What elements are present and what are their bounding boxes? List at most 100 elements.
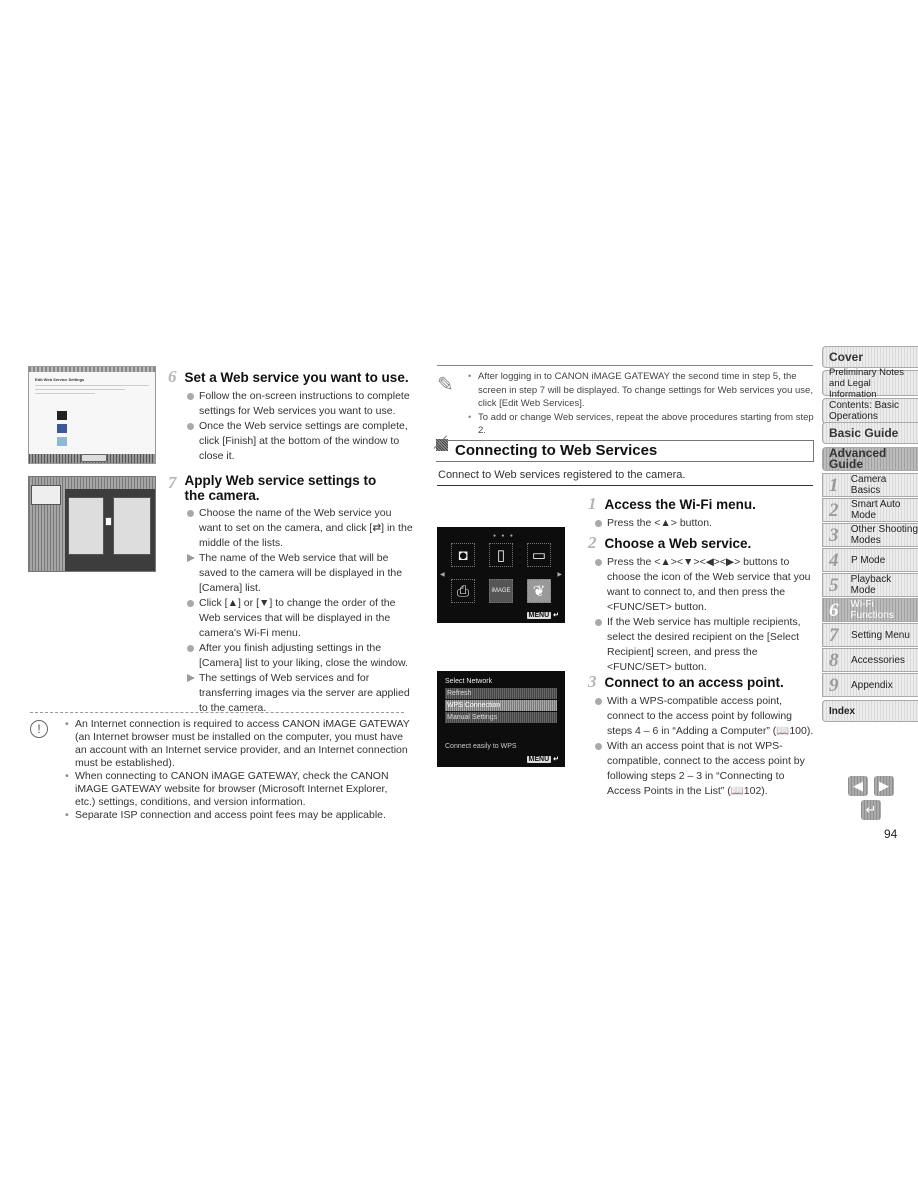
step-title: Connect to an access point.: [604, 675, 784, 690]
menu-back: MENU ↵: [526, 755, 559, 763]
note-item: After logging in to CANON iMAGE GATEWAY …: [467, 370, 817, 411]
sidebar-label: Accessories: [851, 654, 905, 666]
facebook-icon: [57, 424, 67, 433]
sidebar-item-accessories[interactable]: 8 Accessories: [822, 648, 918, 672]
finish-button: [81, 454, 107, 462]
transfer-button: [105, 517, 112, 526]
chapter-number: 8: [829, 649, 839, 671]
instruction: Click [▲] or [▼] to change the order of …: [186, 596, 413, 641]
instruction: Press the <▲><▼><◀><▶> buttons to choose…: [594, 555, 816, 615]
sidebar-label: Cover: [829, 349, 864, 364]
previous-page-button[interactable]: ◀: [848, 776, 868, 796]
option-refresh: Refresh: [445, 688, 557, 699]
menu-label: MENU: [526, 612, 552, 619]
chapter-number: 3: [829, 524, 839, 546]
instruction: With an access point that is not WPS-com…: [594, 739, 816, 799]
caution-icon: !: [30, 720, 48, 738]
option-manual-settings: Manual Settings: [445, 712, 557, 723]
chapter-number: 6: [829, 599, 839, 621]
sidebar-label: Setting Menu: [851, 629, 910, 641]
caution-item: When connecting to CANON iMAGE GATEWAY, …: [64, 770, 410, 809]
step-title-cont: the camera.: [184, 488, 260, 503]
caution-box: ! An Internet connection is required to …: [30, 718, 410, 822]
twitter-icon: [57, 437, 67, 446]
screen-heading: Select Network: [445, 678, 493, 685]
sidebar-item-advanced-guide[interactable]: Advanced Guide: [822, 447, 918, 471]
step-number: 1: [588, 494, 597, 513]
step-number: 3: [588, 672, 597, 691]
computer-icon: ▭: [527, 543, 551, 567]
screenshot-title: Edit Web Service Settings: [35, 377, 85, 382]
sidebar-item-cover[interactable]: Cover: [822, 346, 918, 368]
left-arrow-icon: ◀: [440, 572, 445, 578]
step-title: Access the Wi-Fi menu.: [604, 497, 756, 512]
step-number: 2: [588, 533, 597, 552]
sidebar-label: Playback Mode: [850, 574, 892, 596]
chevron-right-icon: ▶: [879, 778, 889, 793]
sidebar-item-contents[interactable]: Contents: Basic Operations: [822, 398, 918, 424]
return-icon: ↵: [865, 802, 877, 817]
menu-back: MENU ↵: [526, 611, 559, 619]
next-page-button[interactable]: ▶: [874, 776, 894, 796]
step-title: Apply Web service settings to: [184, 473, 377, 488]
sidebar-label: Appendix: [851, 679, 893, 691]
back-icon: ↵: [553, 756, 559, 763]
sidebar-label: Contents: Basic Operations: [829, 400, 900, 422]
twitter-icon: ❦: [527, 579, 551, 603]
chapter-number: 2: [829, 499, 839, 521]
sidebar-item-p-mode[interactable]: 4 P Mode: [822, 548, 918, 572]
step-title: Set a Web service you want to use.: [184, 370, 409, 385]
sidebar-item-wifi-functions[interactable]: 6 Wi-Fi Functions: [822, 598, 918, 622]
pencil-icon: ✎: [437, 374, 454, 396]
step-number: 7: [168, 473, 177, 492]
caution-item: An Internet connection is required to ac…: [64, 718, 410, 770]
sidebar-item-camera-basics[interactable]: 1 Camera Basics: [822, 473, 918, 497]
sidebar-item-basic-guide[interactable]: Basic Guide: [822, 422, 918, 444]
sidebar-item-index[interactable]: Index: [822, 700, 918, 722]
sidebar-label: Camera Basics: [850, 474, 887, 496]
page-dots: ● ● ●: [493, 533, 515, 539]
camera-icon: ◘: [451, 543, 475, 567]
page-number: 94: [884, 827, 898, 841]
sidebar-label: Preliminary Notes and Legal Information: [829, 366, 904, 400]
sidebar-item-appendix[interactable]: 9 Appendix: [822, 673, 918, 697]
chapter-number: 4: [829, 549, 839, 571]
instruction: After you finish adjusting settings in t…: [186, 641, 413, 671]
note-item: To add or change Web services, repeat th…: [467, 411, 817, 438]
sidebar-item-playback[interactable]: 5 Playback Mode: [822, 573, 918, 597]
chapter-number: 9: [829, 674, 839, 696]
step-1: 1 Access the Wi-Fi menu. Press the <▲> b…: [588, 494, 816, 531]
right-arrow-icon: ▶: [557, 572, 562, 578]
sidebar-label: Basic Guide: [829, 425, 899, 440]
chapter-number: 1: [829, 474, 839, 496]
instruction: Press the <▲> button.: [594, 516, 816, 531]
sidebar-item-smart-auto[interactable]: 2 Smart Auto Mode: [822, 498, 918, 522]
sidebar-item-other-shooting[interactable]: 3 Other Shooting Modes: [822, 523, 918, 547]
sidebar-label: Wi-Fi Functions: [850, 599, 894, 621]
section-title: Connecting to Web Services: [455, 442, 658, 459]
step-2: 2 Choose a Web service. Press the <▲><▼>…: [588, 533, 816, 675]
chevron-left-icon: ◀: [853, 778, 863, 793]
sidebar-label: Smart Auto Mode: [851, 499, 901, 521]
instruction: With a WPS-compatible access point, conn…: [594, 694, 816, 739]
step-3: 3 Connect to an access point. With a WPS…: [588, 672, 816, 799]
caution-item: Separate ISP connection and access point…: [64, 809, 410, 822]
step-7: 7 Apply Web service settings to the came…: [168, 473, 413, 716]
step-6: 6 Set a Web service you want to use. Fol…: [168, 367, 413, 464]
sidebar-label: Advanced Guide: [829, 446, 887, 471]
divider: [30, 712, 404, 713]
instruction: Choose the name of the Web service you w…: [186, 506, 413, 551]
back-button[interactable]: ↵: [861, 800, 881, 820]
result: The name of the Web service that will be…: [186, 551, 413, 596]
instruction: Once the Web service settings are comple…: [186, 419, 413, 464]
smartphone-icon: ▯: [489, 543, 513, 567]
note-box: ✎ After logging in to CANON iMAGE GATEWA…: [437, 370, 817, 438]
select-network-screen: Select Network Refresh WPS Connection Ma…: [437, 671, 565, 767]
option-wps-connection: WPS Connection: [445, 700, 557, 711]
sidebar-item-setting-menu[interactable]: 7 Setting Menu: [822, 623, 918, 647]
canon-image-gateway-icon: iMAGE: [489, 579, 513, 603]
step-number: 6: [168, 367, 177, 386]
section-intro: Connect to Web services registered to th…: [438, 469, 686, 481]
sidebar-label: Other Shooting Modes: [850, 524, 918, 546]
sidebar-item-preliminary-notes[interactable]: Preliminary Notes and Legal Information: [822, 367, 918, 400]
